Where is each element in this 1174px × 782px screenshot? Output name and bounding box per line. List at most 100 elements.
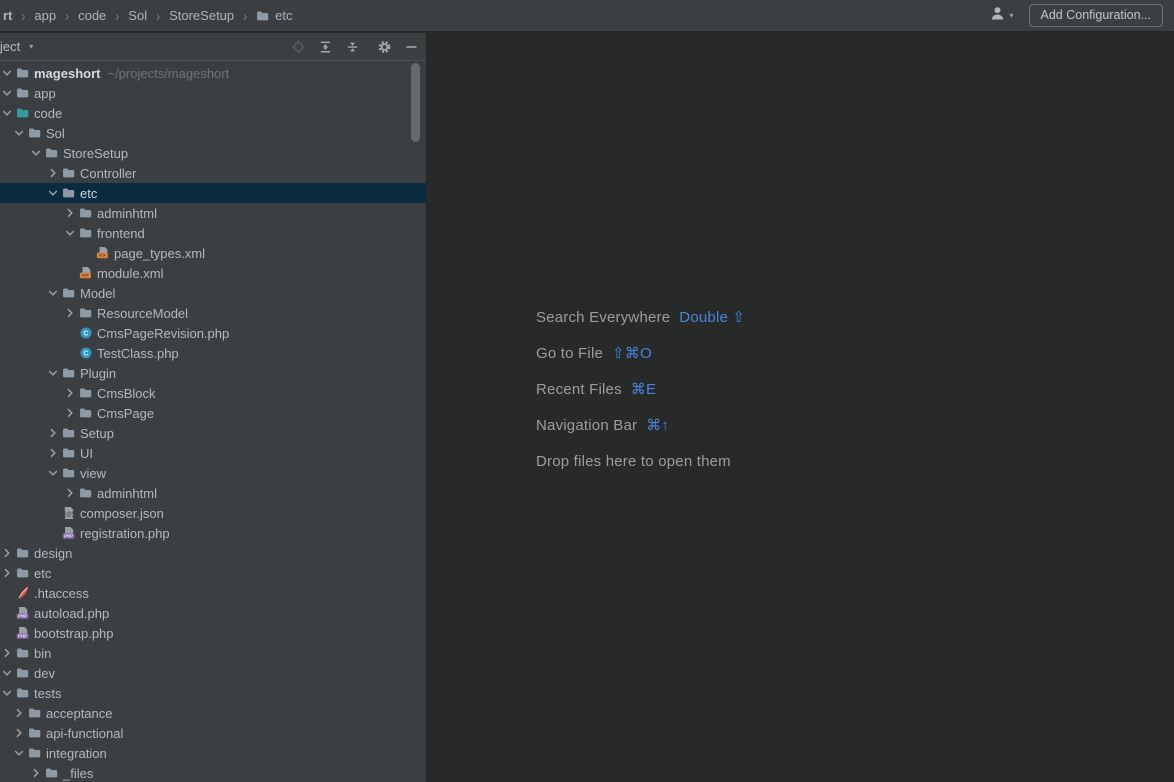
tree-row-module-xml[interactable]: <>module.xml bbox=[0, 263, 426, 283]
tree-row-code[interactable]: code bbox=[0, 103, 412, 123]
shortcut-label: Recent Files bbox=[536, 381, 622, 398]
tree-row-sol[interactable]: Sol bbox=[0, 123, 424, 143]
tree-row-design[interactable]: design bbox=[0, 543, 412, 563]
tree-row-frontend[interactable]: frontend bbox=[0, 223, 426, 243]
tree-row-app[interactable]: app bbox=[0, 83, 412, 103]
chevron-down-icon[interactable] bbox=[46, 366, 60, 380]
breadcrumb-item-sol[interactable]: Sol bbox=[128, 8, 147, 23]
tree-row-model[interactable]: Model bbox=[0, 283, 426, 303]
breadcrumb-item-etc[interactable]: etc bbox=[256, 8, 292, 23]
settings-gear-icon[interactable] bbox=[377, 39, 392, 54]
breadcrumb-item-rt[interactable]: rt bbox=[3, 8, 12, 23]
chevron-down-icon[interactable] bbox=[0, 86, 14, 100]
shortcut-label: Go to File bbox=[536, 345, 603, 362]
tree-row-cmspage[interactable]: CmsPage bbox=[0, 403, 426, 423]
chevron-right-icon[interactable] bbox=[63, 386, 77, 400]
chevron-right-icon[interactable] bbox=[63, 406, 77, 420]
tree-row-api-functional[interactable]: api-functional bbox=[0, 723, 424, 743]
chevron-right-icon[interactable] bbox=[12, 726, 26, 740]
chevron-right-icon[interactable] bbox=[0, 546, 14, 560]
tree-row-bin[interactable]: bin bbox=[0, 643, 412, 663]
tree-row-storesetup[interactable]: StoreSetup bbox=[0, 143, 426, 163]
xml-file-icon: <> bbox=[96, 246, 110, 260]
tree-row-adminhtml[interactable]: adminhtml bbox=[0, 483, 426, 503]
chevron-down-icon: ▾ bbox=[29, 43, 33, 51]
tree-row-adminhtml[interactable]: adminhtml bbox=[0, 203, 426, 223]
breadcrumb-item-storesetup[interactable]: StoreSetup bbox=[169, 8, 234, 23]
breadcrumb-separator: › bbox=[21, 7, 25, 25]
tree-row-resourcemodel[interactable]: ResourceModel bbox=[0, 303, 426, 323]
tree-row-testclass-php[interactable]: CTestClass.php bbox=[0, 343, 426, 363]
chevron-down-icon[interactable] bbox=[0, 686, 14, 700]
tree-row-bootstrap-php[interactable]: PHPbootstrap.php bbox=[0, 623, 412, 643]
project-root-path: ~/projects/mageshort bbox=[107, 66, 229, 81]
chevron-right-icon[interactable] bbox=[46, 426, 60, 440]
tree-item-label: integration bbox=[46, 746, 107, 761]
tree-row-files[interactable]: _files bbox=[0, 763, 426, 782]
chevron-down-icon[interactable] bbox=[46, 286, 60, 300]
chevron-down-icon[interactable] bbox=[0, 666, 14, 680]
add-configuration-button[interactable]: Add Configuration... bbox=[1029, 4, 1164, 27]
svg-text:<>: <> bbox=[82, 273, 89, 279]
chevron-down-icon[interactable] bbox=[46, 186, 60, 200]
shortcut-keys: ⌘E bbox=[631, 380, 656, 398]
tree-row-ui[interactable]: UI bbox=[0, 443, 426, 463]
tree-row-integration[interactable]: integration bbox=[0, 743, 424, 763]
tree-item-label: CmsBlock bbox=[97, 386, 156, 401]
chevron-down-icon[interactable] bbox=[46, 466, 60, 480]
tree-row-acceptance[interactable]: acceptance bbox=[0, 703, 424, 723]
tree-row-cmspagerevision-php[interactable]: CCmsPageRevision.php bbox=[0, 323, 426, 343]
tree-row-dev[interactable]: dev bbox=[0, 663, 412, 683]
tree-row-composer-json[interactable]: {@}composer.json bbox=[0, 503, 426, 523]
tree-item-label: etc bbox=[34, 566, 51, 581]
chevron-down-icon[interactable] bbox=[63, 226, 77, 240]
tree-row-autoload-php[interactable]: PHPautoload.php bbox=[0, 603, 412, 623]
tree-item-label: _files bbox=[63, 766, 93, 781]
tree-row-etc[interactable]: etc bbox=[0, 563, 412, 583]
folder-icon bbox=[79, 226, 93, 240]
tree-scrollbar-thumb[interactable] bbox=[411, 63, 420, 142]
project-view-dropdown[interactable]: ject ▾ bbox=[0, 39, 33, 54]
tree-row-htaccess[interactable]: .htaccess bbox=[0, 583, 412, 603]
tree-item-label: view bbox=[80, 466, 106, 481]
hide-window-icon[interactable] bbox=[404, 39, 419, 54]
tree-row-page-types-xml[interactable]: <>page_types.xml bbox=[0, 243, 426, 263]
breadcrumb-item-app[interactable]: app bbox=[34, 8, 56, 23]
chevron-right-icon[interactable] bbox=[63, 306, 77, 320]
tree-item-label: StoreSetup bbox=[63, 146, 128, 161]
chevron-right-icon[interactable] bbox=[63, 486, 77, 500]
tree-item-label: acceptance bbox=[46, 706, 113, 721]
chevron-right-icon[interactable] bbox=[46, 166, 60, 180]
chevron-right-icon[interactable] bbox=[63, 206, 77, 220]
user-menu[interactable]: ▾ bbox=[989, 5, 1013, 27]
folder-icon bbox=[62, 186, 76, 200]
chevron-right-icon[interactable] bbox=[0, 566, 14, 580]
tree-row-registration-php[interactable]: PHPregistration.php bbox=[0, 523, 426, 543]
folder-icon bbox=[62, 426, 76, 440]
collapse-all-icon[interactable] bbox=[345, 39, 360, 54]
locate-file-icon[interactable] bbox=[291, 39, 306, 54]
folder-icon bbox=[256, 9, 270, 23]
chevron-down-icon[interactable] bbox=[29, 146, 43, 160]
php-file-icon: PHP bbox=[16, 626, 30, 640]
chevron-right-icon[interactable] bbox=[12, 706, 26, 720]
chevron-down-icon[interactable] bbox=[0, 106, 14, 120]
tree-row-view[interactable]: view bbox=[0, 463, 426, 483]
tree-row-mageshort[interactable]: mageshort~/projects/mageshort bbox=[0, 63, 412, 83]
folder-icon bbox=[16, 66, 30, 80]
tree-row-setup[interactable]: Setup bbox=[0, 423, 426, 443]
chevron-right-icon[interactable] bbox=[0, 646, 14, 660]
tree-row-plugin[interactable]: Plugin bbox=[0, 363, 426, 383]
chevron-right-icon[interactable] bbox=[29, 766, 43, 780]
tree-row-etc[interactable]: etc bbox=[0, 183, 426, 203]
json-file-icon: {@} bbox=[62, 506, 76, 520]
chevron-down-icon[interactable] bbox=[12, 746, 26, 760]
chevron-right-icon[interactable] bbox=[46, 446, 60, 460]
chevron-down-icon[interactable] bbox=[12, 126, 26, 140]
expand-all-icon[interactable] bbox=[318, 39, 333, 54]
breadcrumb-item-code[interactable]: code bbox=[78, 8, 106, 23]
tree-row-tests[interactable]: tests bbox=[0, 683, 412, 703]
chevron-down-icon[interactable] bbox=[0, 66, 14, 80]
tree-row-controller[interactable]: Controller bbox=[0, 163, 426, 183]
tree-row-cmsblock[interactable]: CmsBlock bbox=[0, 383, 426, 403]
